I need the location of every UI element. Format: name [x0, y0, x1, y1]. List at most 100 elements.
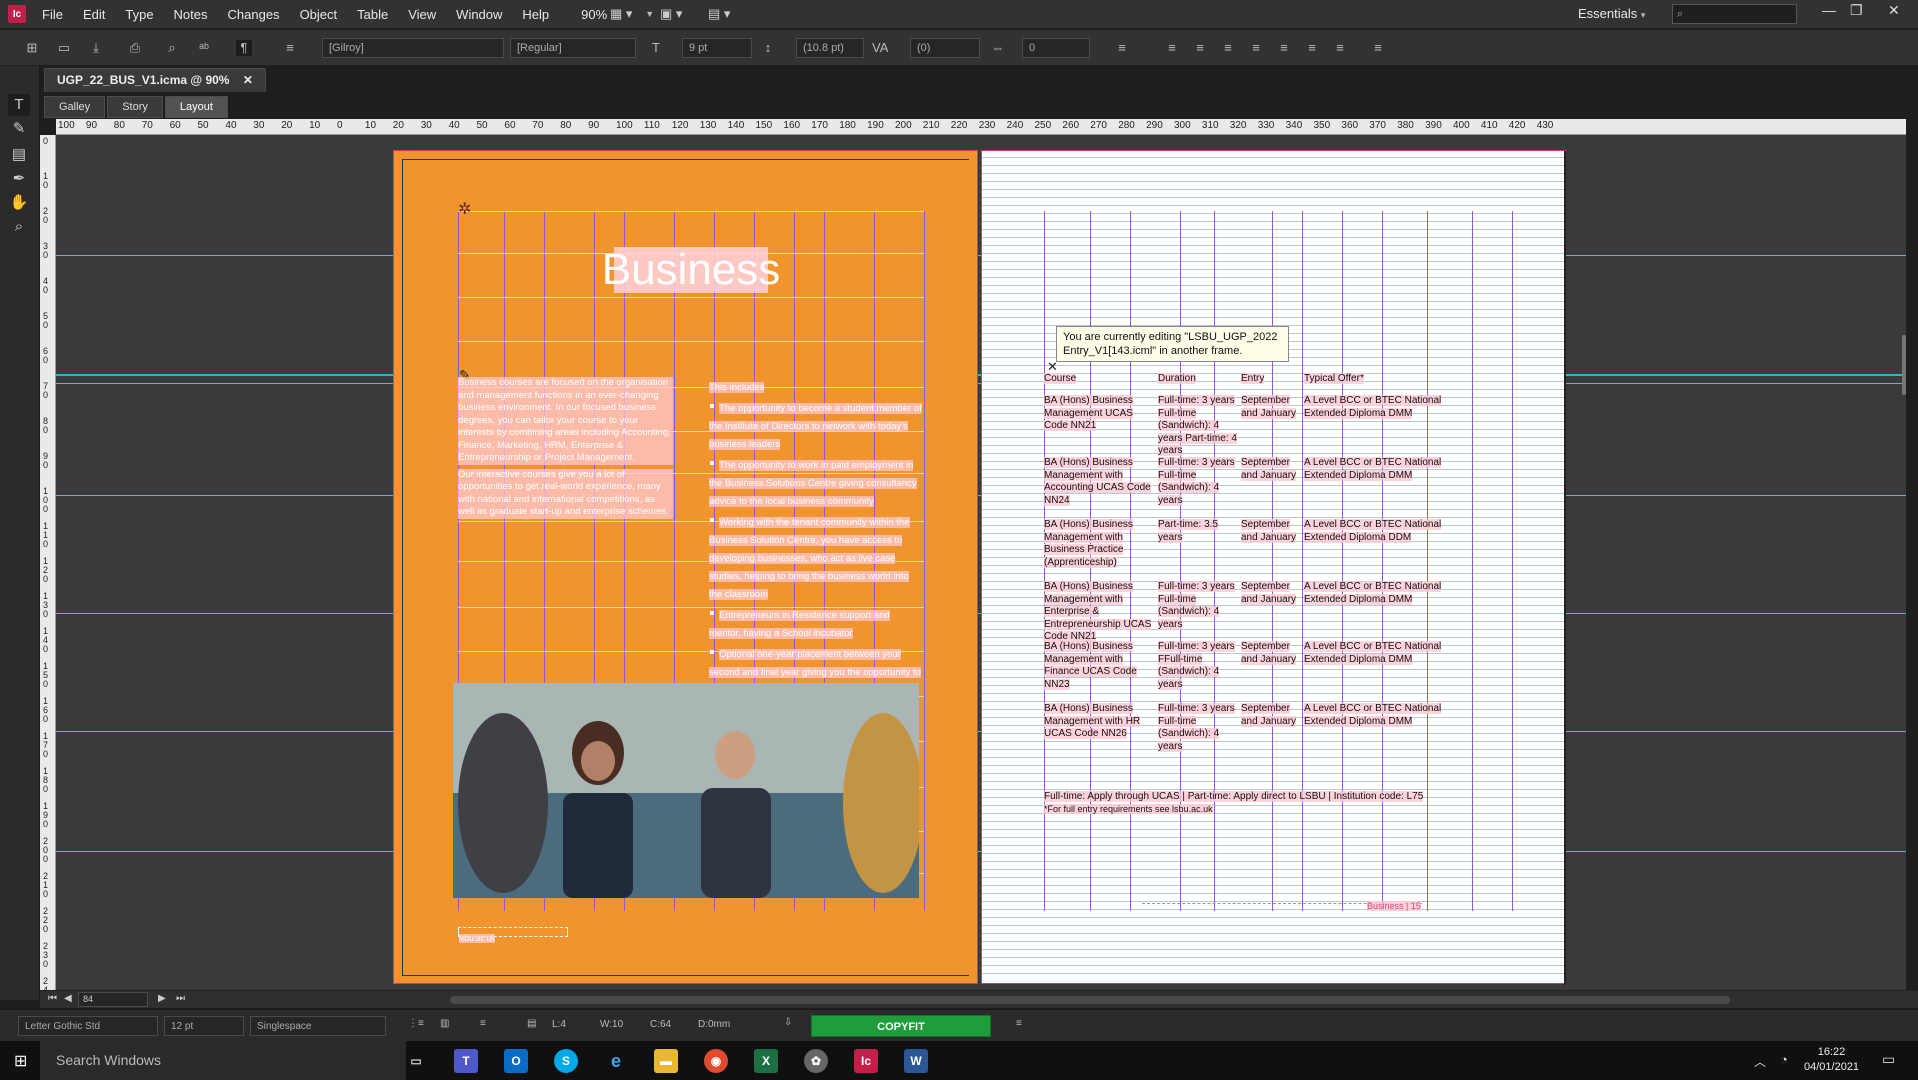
layout-icon[interactable]: ▦ ▾ [610, 6, 632, 22]
new-doc-icon[interactable]: ⊞ [24, 40, 40, 56]
grid-row-guide [458, 341, 924, 342]
restore-icon[interactable]: ❐ [1850, 2, 1863, 19]
tab-galley[interactable]: Galley [44, 96, 106, 118]
vertical-scrollbar[interactable] [1902, 335, 1906, 395]
tool-panel: T ✎ ▤ ✒ ✋ ⌕ [0, 66, 40, 1000]
search-icon: ⌕ [1677, 8, 1684, 20]
next-page-icon[interactable]: ▶ [158, 993, 166, 1004]
menu-lines-icon[interactable]: ≡ [282, 40, 298, 56]
menu-help[interactable]: Help [522, 7, 549, 22]
bullet-icon: ▪ [709, 398, 720, 415]
tab-layout[interactable]: Layout [164, 96, 228, 118]
search-input[interactable]: ⌕ [1672, 4, 1797, 24]
incopy-icon[interactable]: Ic [854, 1049, 878, 1073]
word-icon[interactable]: W [904, 1049, 928, 1073]
first-page-icon[interactable]: ⏮ [48, 993, 57, 1004]
menu-type[interactable]: Type [125, 7, 153, 22]
excel-icon[interactable]: X [754, 1049, 778, 1073]
font-size-field[interactable]: 9 pt [682, 38, 752, 58]
justify-center-icon[interactable]: ≡ [1276, 40, 1292, 56]
screen-mode-icon[interactable]: ▣ ▾ [660, 6, 682, 22]
close-icon[interactable]: ✕ [243, 73, 253, 87]
col-header-offer: Typical Offer* [1304, 373, 1364, 384]
kerning-field[interactable]: (0) [910, 38, 980, 58]
pilcrow-icon[interactable]: ¶ [236, 40, 252, 56]
right-page[interactable]: ✕ Course Duration Entry Typical Offer* B… [981, 150, 1566, 985]
spacing-field[interactable]: Singlespace [250, 1016, 386, 1036]
close-icon[interactable]: ✕ [1888, 2, 1900, 19]
spellcheck-icon[interactable]: ᵃᵇ [196, 40, 212, 56]
chevron-up-icon[interactable]: ︿ [1754, 1053, 1766, 1070]
menu-lines-icon[interactable]: ≡ [1370, 40, 1386, 56]
align-left-icon[interactable]: ≡ [1164, 40, 1180, 56]
align-right-icon[interactable]: ≡ [1220, 40, 1236, 56]
col1-text-frame[interactable]: Business courses are focused on the orga… [458, 377, 673, 519]
arrange-icon[interactable]: ▤ ▾ [708, 6, 730, 22]
ruler-label: 100 [58, 120, 75, 131]
menu-notes[interactable]: Notes [174, 7, 208, 22]
menu-object[interactable]: Object [300, 7, 338, 22]
save-icon[interactable]: ⤓ [88, 40, 104, 56]
menu-changes[interactable]: Changes [228, 7, 280, 22]
edge-icon[interactable]: e [604, 1049, 628, 1073]
col2-text-frame[interactable]: This includes ▪ The opportunity to becom… [709, 377, 924, 701]
ruler-label: 110 [43, 521, 49, 549]
zoom-tool-icon[interactable]: ⌕ [8, 216, 30, 238]
outlook-icon[interactable]: O [504, 1049, 528, 1073]
skype-icon[interactable]: S [554, 1049, 578, 1073]
menu-window[interactable]: Window [456, 7, 502, 22]
baseline-guide [982, 917, 1564, 918]
tracking-field[interactable]: 0 [1022, 38, 1090, 58]
font-style-field[interactable]: [Regular] [510, 38, 636, 58]
find-icon[interactable]: ⌕ [164, 40, 180, 56]
prev-page-icon[interactable]: ◀ [64, 993, 72, 1004]
menu-lines-icon[interactable]: ≡ [1016, 1018, 1022, 1029]
notification-icon[interactable]: ▭ [1882, 1051, 1895, 1068]
students-photo[interactable] [453, 683, 919, 898]
file-explorer-icon[interactable]: ▬ [654, 1049, 678, 1073]
heading-frame[interactable]: Business [602, 245, 781, 294]
path-type-tool-icon[interactable]: ✎ [8, 118, 30, 140]
settings-app-icon[interactable]: ✿ [804, 1049, 828, 1073]
leading-field[interactable]: (10.8 pt) [796, 38, 864, 58]
line-numbers-icon[interactable]: ⋮≡ [408, 1018, 424, 1029]
teams-icon[interactable]: T [454, 1049, 478, 1073]
menu-file[interactable]: File [42, 7, 63, 22]
menu-edit[interactable]: Edit [83, 7, 105, 22]
chrome-icon[interactable]: ◉ [704, 1049, 728, 1073]
minimize-icon[interactable]: — [1822, 2, 1836, 18]
workspace-selector[interactable]: Essentials ▾ [1578, 6, 1645, 21]
justify-left-icon[interactable]: ≡ [1248, 40, 1264, 56]
table-cell-text: September and January [1241, 641, 1297, 665]
tab-story[interactable]: Story [107, 96, 163, 118]
font-field[interactable]: Letter Gothic Std [18, 1016, 158, 1036]
task-view-icon[interactable]: ▭ [404, 1049, 428, 1073]
size-field[interactable]: 12 pt [164, 1016, 244, 1036]
eyedropper-icon[interactable]: ✒ [8, 168, 30, 190]
print-icon[interactable]: ⎙ [127, 40, 143, 56]
menu-table[interactable]: Table [357, 7, 388, 22]
horizontal-scrollbar[interactable] [450, 996, 1730, 1004]
justify-right-icon[interactable]: ≡ [1304, 40, 1320, 56]
windows-start-icon[interactable]: ⊞ [14, 1051, 27, 1071]
menu-view[interactable]: View [408, 7, 436, 22]
taskbar-search[interactable]: Search Windows [40, 1041, 406, 1080]
open-folder-icon[interactable]: ▭ [56, 40, 72, 56]
menu-lines-icon[interactable]: ≡ [1114, 40, 1130, 56]
footer-frame[interactable]: lsbu.ac.uk [458, 927, 568, 943]
align-center-icon[interactable]: ≡ [1192, 40, 1208, 56]
baseline-guide [982, 293, 1564, 294]
page-number-field[interactable]: 84 [78, 992, 148, 1007]
clock[interactable]: 16:22 04/01/2021 [1804, 1045, 1859, 1075]
font-family-field[interactable]: [Gilroy] [322, 38, 504, 58]
document-tab[interactable]: UGP_22_BUS_V1.icma @ 90% ✕ [44, 68, 266, 92]
note-tool-icon[interactable]: ▤ [8, 144, 30, 166]
last-page-icon[interactable]: ⏭ [176, 993, 185, 1004]
wifi-icon[interactable]: ◔ [1780, 1052, 1788, 1067]
type-tool-icon[interactable]: T [8, 94, 30, 116]
layout-canvas[interactable]: ✲ Business ✎ Business courses are focuse… [56, 135, 1906, 990]
hand-tool-icon[interactable]: ✋ [8, 192, 30, 214]
justify-all-icon[interactable]: ≡ [1332, 40, 1348, 56]
menu-lines-icon[interactable]: ≡ [480, 1018, 486, 1029]
columns-icon[interactable]: ▥ [440, 1018, 449, 1029]
